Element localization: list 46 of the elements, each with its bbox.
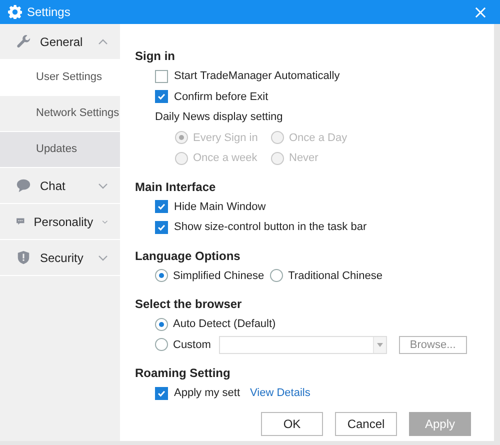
- section-heading: Sign in: [135, 48, 176, 65]
- browser-dropdown[interactable]: [218, 336, 387, 354]
- browse-button[interactable]: Browse...: [398, 336, 467, 354]
- section-heading: Main Interface: [135, 178, 217, 196]
- checkbox[interactable]: [155, 220, 168, 234]
- checkbox-label: Apply my sett: [174, 387, 240, 400]
- radio-label: Auto Detect (Default): [173, 318, 276, 330]
- radio-label: Never: [289, 152, 318, 164]
- radio-label: Once a week: [193, 152, 258, 164]
- radio-label: Custom: [173, 338, 211, 351]
- chevron-down-icon: [98, 254, 108, 260]
- chevron-down-icon: [102, 218, 108, 224]
- radio-label: Once a Day: [289, 132, 348, 144]
- radio-button[interactable]: [155, 318, 168, 331]
- checkbox-label: Confirm before Exit: [174, 90, 268, 103]
- checkbox[interactable]: [155, 90, 168, 104]
- dropdown-arrow-icon: [376, 342, 383, 347]
- radio-button[interactable]: [270, 269, 284, 282]
- checkbox-label: Hide Main Window: [174, 200, 266, 213]
- radio-label: Traditional Chinese: [288, 270, 382, 282]
- dialog-button[interactable]: Cancel: [335, 412, 397, 436]
- sidebar-item[interactable]: Updates: [0, 132, 120, 168]
- radio-button[interactable]: [155, 338, 168, 352]
- section-heading: Language Options: [135, 248, 242, 264]
- settings-icon: [8, 5, 22, 19]
- chevron-down-icon: [98, 182, 108, 188]
- view-details-link[interactable]: View Details: [250, 387, 310, 400]
- radio-button[interactable]: [155, 269, 168, 282]
- checkbox[interactable]: [155, 70, 168, 83]
- wrench-icon: [16, 34, 31, 49]
- window-title: Settings: [27, 5, 72, 19]
- checkbox[interactable]: [155, 200, 168, 214]
- radio-label: Simplified Chinese: [173, 270, 264, 282]
- chevron-up-icon: [98, 38, 108, 44]
- checkbox-label: Show size-control button in the task bar: [174, 221, 367, 234]
- shield-icon: [16, 250, 31, 265]
- dialog-button[interactable]: OK: [261, 412, 323, 436]
- radio-label: Every Sign in: [193, 132, 258, 144]
- checkbox-label: Start TradeManager Automatically: [174, 70, 340, 82]
- sidebar-item[interactable]: User Settings: [0, 60, 120, 96]
- checkbox[interactable]: [155, 386, 168, 400]
- section-heading: Roaming Setting: [135, 365, 232, 382]
- chat-icon: [16, 178, 31, 193]
- setting-label: Daily News display setting: [155, 111, 283, 124]
- close-icon[interactable]: [475, 6, 486, 18]
- section-heading: Select the browser: [135, 296, 243, 313]
